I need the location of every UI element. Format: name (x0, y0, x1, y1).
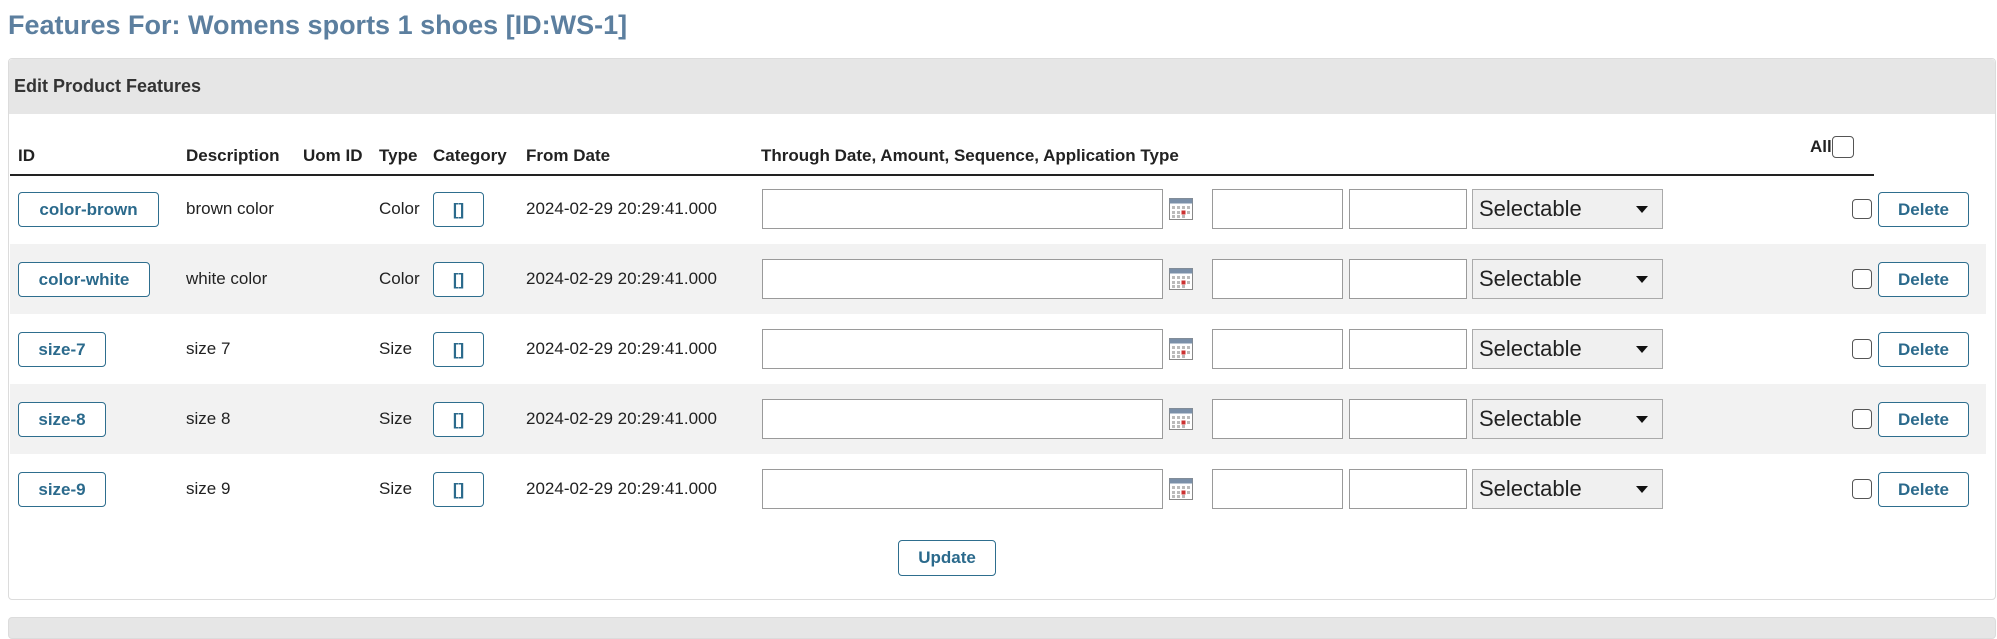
column-header-through-date: Through Date, Amount, Sequence, Applicat… (761, 146, 1179, 165)
select-all-checkbox[interactable] (1831, 136, 1854, 158)
update-button[interactable]: Update (898, 540, 996, 576)
calendar-icon[interactable] (1169, 198, 1193, 220)
table-row: color-white white color Color [] 2024-02… (10, 244, 1986, 314)
amount-input[interactable] (1212, 399, 1343, 439)
delete-button[interactable]: Delete (1878, 332, 1969, 367)
row-select-checkbox[interactable] (1852, 479, 1872, 499)
feature-type: Color (379, 199, 420, 218)
application-type-select[interactable]: Selectable (1472, 189, 1663, 229)
feature-id-button[interactable]: size-7 (18, 332, 106, 367)
select-all-label: All (1810, 137, 1832, 156)
calendar-icon[interactable] (1169, 268, 1193, 290)
feature-id-button[interactable]: color-brown (18, 192, 159, 227)
application-type-value: Selectable (1479, 406, 1582, 431)
calendar-icon[interactable] (1169, 338, 1193, 360)
amount-input[interactable] (1212, 189, 1343, 229)
row-select-checkbox[interactable] (1852, 199, 1872, 219)
row-select-checkbox[interactable] (1852, 339, 1872, 359)
amount-input[interactable] (1212, 259, 1343, 299)
application-type-value: Selectable (1479, 336, 1582, 361)
sequence-input[interactable] (1349, 469, 1467, 509)
feature-description: white color (186, 269, 268, 288)
table-row: size-9 size 9 Size [] 2024-02-29 20:29:4… (10, 454, 1986, 524)
feature-description: size 7 (186, 339, 231, 358)
calendar-icon[interactable] (1169, 478, 1193, 500)
feature-id-button[interactable]: size-8 (18, 402, 106, 437)
chevron-down-icon (1636, 346, 1648, 353)
feature-type: Size (379, 409, 413, 428)
application-type-select[interactable]: Selectable (1472, 259, 1663, 299)
feature-from-date: 2024-02-29 20:29:41.000 (526, 479, 717, 498)
sequence-input[interactable] (1349, 329, 1467, 369)
delete-button[interactable]: Delete (1878, 262, 1969, 297)
delete-button[interactable]: Delete (1878, 402, 1969, 437)
column-header-id: ID (18, 146, 35, 165)
column-header-type: Type (379, 146, 418, 165)
delete-button[interactable]: Delete (1878, 192, 1969, 227)
feature-description: size 8 (186, 409, 231, 428)
feature-id-button[interactable]: size-9 (18, 472, 106, 507)
feature-category-button[interactable]: [] (433, 332, 484, 367)
feature-description: brown color (186, 199, 274, 218)
column-header-from-date: From Date (526, 146, 611, 165)
feature-category-button[interactable]: [] (433, 192, 484, 227)
row-select-checkbox[interactable] (1852, 409, 1872, 429)
next-panel-header (8, 617, 1996, 639)
through-date-input[interactable] (762, 399, 1163, 439)
chevron-down-icon (1636, 206, 1648, 213)
row-select-checkbox[interactable] (1852, 269, 1872, 289)
feature-category-button[interactable]: [] (433, 472, 484, 507)
through-date-input[interactable] (762, 469, 1163, 509)
table-row: size-7 size 7 Size [] 2024-02-29 20:29:4… (10, 314, 1986, 384)
sequence-input[interactable] (1349, 259, 1467, 299)
feature-category-button[interactable]: [] (433, 402, 484, 437)
feature-from-date: 2024-02-29 20:29:41.000 (526, 339, 717, 358)
panel-header: Edit Product Features (9, 59, 1995, 114)
application-type-value: Selectable (1479, 476, 1582, 501)
delete-button[interactable]: Delete (1878, 472, 1969, 507)
sequence-input[interactable] (1349, 399, 1467, 439)
through-date-input[interactable] (762, 259, 1163, 299)
application-type-select[interactable]: Selectable (1472, 469, 1663, 509)
application-type-value: Selectable (1479, 196, 1582, 221)
table-header: ID Description Uom ID Type Category From… (10, 132, 1874, 176)
feature-from-date: 2024-02-29 20:29:41.000 (526, 199, 717, 218)
amount-input[interactable] (1212, 469, 1343, 509)
sequence-input[interactable] (1349, 189, 1467, 229)
amount-input[interactable] (1212, 329, 1343, 369)
column-header-uom-id: Uom ID (303, 146, 363, 165)
feature-id-button[interactable]: color-white (18, 262, 150, 297)
page-title: Features For: Womens sports 1 shoes [ID:… (8, 10, 628, 40)
through-date-input[interactable] (762, 329, 1163, 369)
feature-description: size 9 (186, 479, 231, 498)
table-row: size-8 size 8 Size [] 2024-02-29 20:29:4… (10, 384, 1986, 454)
calendar-icon[interactable] (1169, 408, 1193, 430)
table-row: color-brown brown color Color [] 2024-02… (10, 174, 1986, 244)
feature-from-date: 2024-02-29 20:29:41.000 (526, 269, 717, 288)
application-type-value: Selectable (1479, 266, 1582, 291)
feature-from-date: 2024-02-29 20:29:41.000 (526, 409, 717, 428)
feature-type: Size (379, 339, 413, 358)
chevron-down-icon (1636, 276, 1648, 283)
feature-type: Size (379, 479, 413, 498)
feature-type: Color (379, 269, 420, 288)
chevron-down-icon (1636, 416, 1648, 423)
application-type-select[interactable]: Selectable (1472, 329, 1663, 369)
application-type-select[interactable]: Selectable (1472, 399, 1663, 439)
select-all-control: All (1810, 136, 1854, 158)
through-date-input[interactable] (762, 189, 1163, 229)
column-header-description: Description (186, 146, 280, 165)
feature-category-button[interactable]: [] (433, 262, 484, 297)
column-header-category: Category (433, 146, 507, 165)
chevron-down-icon (1636, 486, 1648, 493)
